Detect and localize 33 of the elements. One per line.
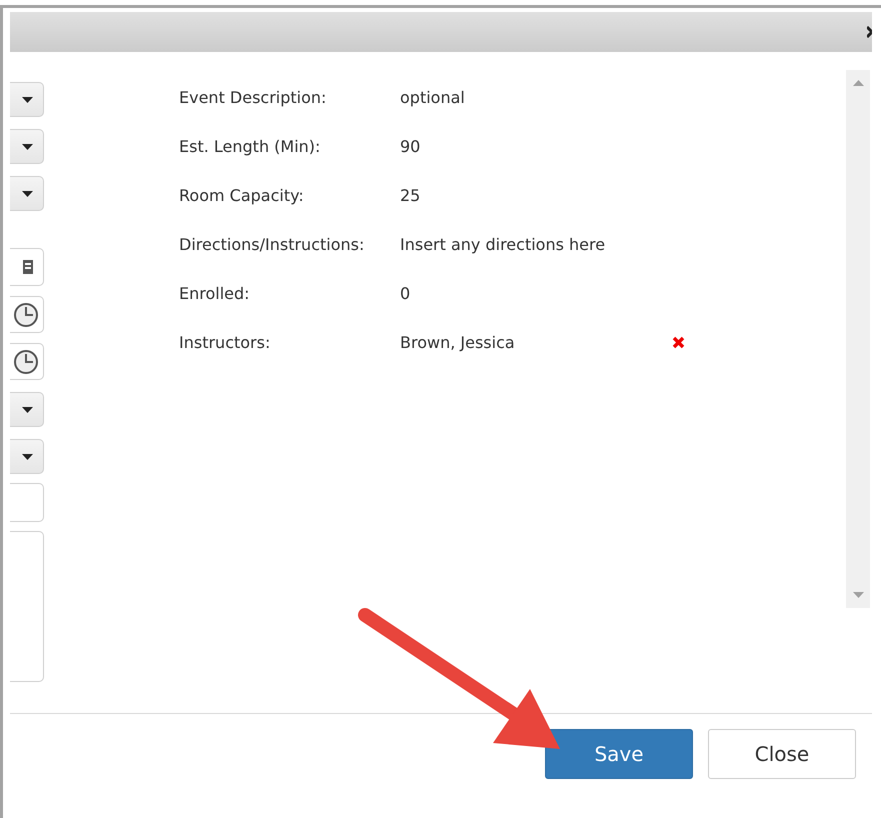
- field-label: Instructors:: [179, 332, 272, 352]
- caret-icon: [22, 406, 33, 412]
- caret-icon: [22, 190, 33, 196]
- caret-icon: [22, 454, 33, 460]
- field-label: Enrolled:: [179, 284, 251, 302]
- input-field[interactable]: [10, 483, 44, 522]
- dropdown[interactable]: [10, 176, 44, 211]
- field-value: 0: [400, 284, 412, 302]
- field-value: Brown, Jessica: [400, 332, 516, 352]
- field-value: 25: [400, 186, 422, 204]
- close-button[interactable]: Close: [708, 729, 856, 779]
- time-field[interactable]: [10, 296, 44, 333]
- remove-icon[interactable]: [672, 336, 685, 348]
- field-label: Directions/Instructions:: [179, 234, 366, 254]
- clock-icon: [12, 300, 40, 328]
- field-value: 90: [400, 136, 422, 156]
- time-field[interactable]: [10, 343, 44, 380]
- field-label: Event Description:: [179, 88, 328, 106]
- field-label: Est. Length (Min):: [179, 136, 322, 156]
- save-button[interactable]: Save: [545, 729, 693, 779]
- dropdown[interactable]: [10, 439, 44, 474]
- field-value: Insert any directions here: [400, 234, 606, 254]
- caret-icon: [22, 144, 33, 150]
- calendar-icon: [23, 260, 33, 274]
- dropdown[interactable]: [10, 392, 44, 427]
- dropdown[interactable]: [10, 129, 44, 164]
- dropdown[interactable]: [10, 82, 44, 117]
- close-icon[interactable]: [867, 26, 872, 38]
- field-value: optional: [400, 88, 466, 106]
- caret-icon: [22, 96, 33, 102]
- field-label: Room Capacity:: [179, 186, 305, 204]
- date-field[interactable]: [10, 248, 44, 286]
- clock-icon: [12, 348, 40, 376]
